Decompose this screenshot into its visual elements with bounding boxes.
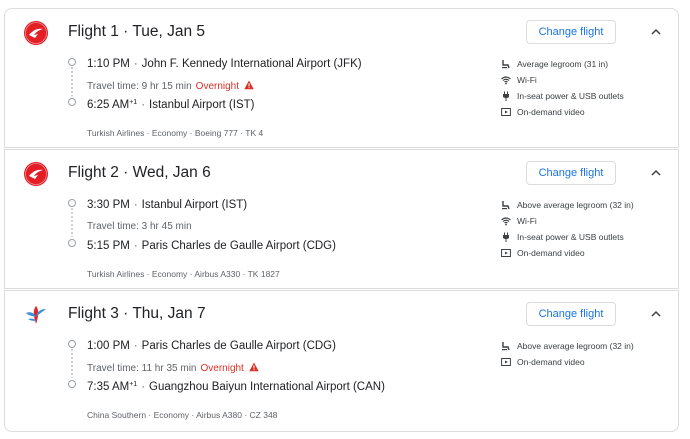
arrival-airport: Istanbul Airport (IST) [149,99,255,111]
flight-details: Turkish Airlines · Economy · Airbus A330… [87,269,280,279]
arrival-time: 7:35 AM [87,381,130,393]
overnight-label: Overnight [195,81,240,92]
flight-card-2: Flight 2 · Wed, Jan 6 Change flight 3:30… [4,149,679,289]
separator: · [133,58,138,70]
amenity-label: Above average legroom (32 in) [517,200,634,210]
travel-time: Travel time: 3 hr 45 min [87,221,192,232]
arrival-airport: Paris Charles de Gaulle Airport (CDG) [141,240,336,252]
flight-title: Flight 1 · Tue, Jan 5 [68,23,205,40]
arrival-row: 7:35 AM+1 · Guangzhou Baiyun International… [87,381,385,393]
departure-time: 1:00 PM [87,340,130,352]
video-icon [501,249,511,257]
amenity-power: In-seat power & USB outlets [501,88,671,104]
travel-time-text: Travel time: 9 hr 15 min [87,81,192,92]
departure-row: 3:30 PM · Istanbul Airport (IST) [87,199,247,211]
travel-time: Travel time: 11 hr 35 min Overnight [87,362,259,374]
separator: · [133,199,138,211]
travel-time: Travel time: 9 hr 15 min Overnight [87,80,254,92]
day-offset: +1 [129,99,138,106]
chevron-up-icon[interactable] [649,307,663,321]
power-plug-icon [503,232,509,242]
flight-title: Flight 3 · Thu, Jan 7 [68,305,206,322]
amenity-legroom: Above average legroom (32 in) [501,338,671,354]
video-icon [501,108,511,116]
wifi-icon [501,76,511,85]
departure-time: 3:30 PM [87,199,130,211]
timeline-connector [68,58,76,106]
amenities-list: Above average legroom (32 in) Wi-Fi In-s… [501,197,671,261]
arrival-row: 5:15 PM · Paris Charles de Gaulle Airport … [87,240,336,252]
separator: · [133,240,138,252]
amenity-legroom: Above average legroom (32 in) [501,197,671,213]
chevron-up-icon[interactable] [649,25,663,39]
departure-airport: John F. Kennedy International Airport (J… [141,58,362,70]
flight-card-1: Flight 1 · Tue, Jan 5 Change flight 1:10… [4,8,679,148]
amenity-video: On-demand video [501,245,671,261]
legroom-icon [502,342,510,351]
amenity-label: Average legroom (31 in) [517,59,609,69]
video-icon [501,358,511,366]
arrival-time: 6:25 AM [87,99,130,111]
chevron-up-icon[interactable] [649,166,663,180]
departure-row: 1:10 PM · John F. Kennedy International Ai… [87,58,362,70]
amenities-list: Average legroom (31 in) Wi-Fi In-seat po… [501,56,671,120]
turkish-airlines-logo [24,21,48,45]
amenity-label: Above average legroom (32 in) [517,341,634,351]
power-plug-icon [503,91,509,101]
turkish-airlines-logo [24,162,48,186]
legroom-icon [502,60,510,69]
change-flight-button[interactable]: Change flight [526,302,616,326]
amenity-label: Wi-Fi [517,75,537,85]
amenity-wifi: Wi-Fi [501,72,671,88]
amenities-list: Above average legroom (32 in) On-demand … [501,338,671,370]
change-flight-button[interactable]: Change flight [526,20,616,44]
separator: · [141,381,146,393]
amenity-wifi: Wi-Fi [501,213,671,229]
flight-itinerary: Flight 1 · Tue, Jan 5 Change flight 1:10… [0,0,690,439]
amenity-label: Wi-Fi [517,216,537,226]
separator: · [141,99,146,111]
arrival-row: 6:25 AM+1 · Istanbul Airport (IST) [87,99,255,111]
amenity-label: In-seat power & USB outlets [517,232,624,242]
china-southern-logo [26,306,46,324]
warning-icon [248,362,259,372]
amenity-power: In-seat power & USB outlets [501,229,671,245]
departure-time: 1:10 PM [87,58,130,70]
departure-airport: Paris Charles de Gaulle Airport (CDG) [141,340,336,352]
amenity-label: On-demand video [517,107,585,117]
travel-time-text: Travel time: 3 hr 45 min [87,221,192,232]
arrival-airport: Guangzhou Baiyun International Airport (… [149,381,385,393]
timeline-connector [68,199,76,247]
flight-details: China Southern · Economy · Airbus A380 ·… [87,410,278,420]
separator: · [133,340,138,352]
overnight-label: Overnight [200,363,244,374]
arrival-time: 5:15 PM [87,240,130,252]
departure-row: 1:00 PM · Paris Charles de Gaulle Airport … [87,340,336,352]
wifi-icon [501,217,511,226]
timeline-connector [68,340,76,388]
amenity-label: On-demand video [517,357,585,367]
amenity-label: In-seat power & USB outlets [517,91,624,101]
warning-icon [244,80,254,90]
legroom-icon [502,201,510,210]
amenity-label: On-demand video [517,248,585,258]
amenity-video: On-demand video [501,354,671,370]
flight-title: Flight 2 · Wed, Jan 6 [68,164,211,181]
flight-card-3: Flight 3 · Thu, Jan 7 Change flight 1:00… [4,290,679,432]
change-flight-button[interactable]: Change flight [526,161,616,185]
amenity-legroom: Average legroom (31 in) [501,56,671,72]
flight-details: Turkish Airlines · Economy · Boeing 777 … [87,128,264,138]
amenity-video: On-demand video [501,104,671,120]
departure-airport: Istanbul Airport (IST) [141,199,248,211]
day-offset: +1 [129,381,138,388]
travel-time-text: Travel time: 11 hr 35 min [87,363,197,374]
